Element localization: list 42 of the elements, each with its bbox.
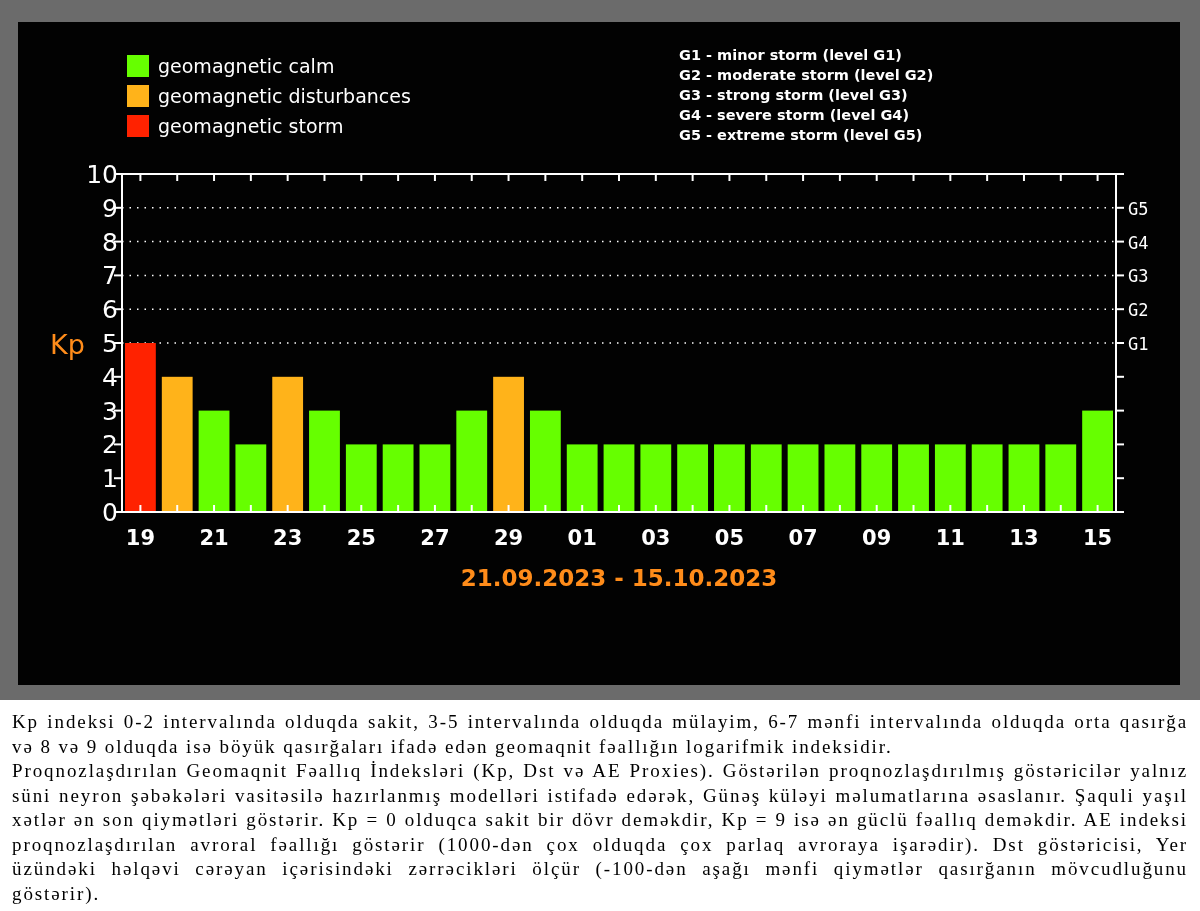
storm-level-label: G5 [1128, 198, 1149, 219]
x-tick-label: 27 [420, 526, 450, 550]
x-tick-label: 05 [714, 526, 745, 550]
y-tick-label: 6 [102, 295, 118, 325]
legend-label: geomagnetic storm [158, 115, 344, 137]
y-axis-label: Kp [50, 329, 85, 360]
x-tick-label: 11 [935, 526, 965, 550]
y-tick-label: 4 [102, 362, 118, 392]
y-tick-label: 8 [102, 227, 118, 257]
x-tick-label: 03 [641, 526, 671, 550]
storm-level-label: G1 [1128, 334, 1149, 354]
x-tick-label: 21 [199, 526, 229, 550]
date-range-label: 21.09.2023 - 15.10.2023 [460, 565, 778, 591]
y-tick-label: 0 [102, 498, 118, 527]
storm-level-text: G1 - minor storm (level G1) [679, 46, 903, 65]
storm-level-text: G2 - moderate storm (level G2) [679, 66, 934, 85]
description-paragraph: Proqnozlaşdırılan Geomaqnit Fəallıq İndeksləri (Kp, Dst və AE Proxies). Göstərilən proqnozlaşdırılmış göstəricilər yalnız süni neyron şəbəkələri vasitəsilə hazırlanmış modelləri istifadə edərək, Günəş küləyi məlumatlarına əsaslanır. Şaquli yaşıl xətlər ən son qiymətləri göstərir. Kp = 0 olduqca sakit bir dövr deməkdir, Kp = 9 isə ən güclü fəallıq deməkdir. AE indeksi proqnozlaşdırılan avroral fəallığı göstərir (1000-dən çox olduqda çox parlaq avroraya işarədir). Dst göstəricisi, Yer üzündəki həlqəvi cərəyan içərisindəki zərrəcikləri ölçür (-100-dən aşağı mənfi qiymətlər qasırğanın mövcudluğunu göstərir). [12, 759, 1188, 906]
y-tick-label: 3 [102, 396, 118, 426]
storm-level-label: G3 [1128, 266, 1149, 287]
description-paragraph: Kp indeksi 0-2 intervalında olduqda sakit, 3-5 intervalında olduqda mülayim, 6-7 mənfi intervalında olduqda orta qasırğa və 8 və 9 olduqda isə böyük qasırğaları ifadə edən geomaqnit fəallığın logarifmik indeksidir. [12, 710, 1188, 759]
y-tick-label: 7 [102, 261, 118, 291]
storm-level-label: G2 [1128, 300, 1149, 321]
x-tick-label: 19 [125, 526, 155, 550]
x-tick-label: 15 [1083, 526, 1113, 550]
storm-level-text: G3 - strong storm (level G3) [679, 86, 909, 105]
x-tick-label: 07 [788, 526, 818, 550]
y-tick-label: 9 [102, 193, 118, 223]
storm-level-text: G5 - extreme storm (level G5) [679, 126, 924, 145]
x-tick-label: 09 [862, 526, 892, 550]
x-tick-label: 25 [346, 526, 376, 550]
x-tick-label: 29 [493, 526, 524, 550]
y-tick-label: 5 [102, 329, 118, 358]
legend-label: geomagnetic disturbances [158, 85, 411, 107]
x-tick-label: 23 [273, 526, 303, 550]
storm-level-text: G4 - severe storm (level G4) [679, 106, 911, 125]
storm-level-label: G4 [1128, 232, 1149, 253]
y-tick-label: 10 [86, 162, 118, 189]
x-tick-label: 13 [1009, 526, 1039, 550]
x-tick-label: 01 [567, 526, 597, 550]
legend-label: geomagnetic calm [158, 55, 335, 77]
y-tick-label: 2 [102, 430, 118, 460]
y-tick-label: 1 [102, 464, 118, 494]
